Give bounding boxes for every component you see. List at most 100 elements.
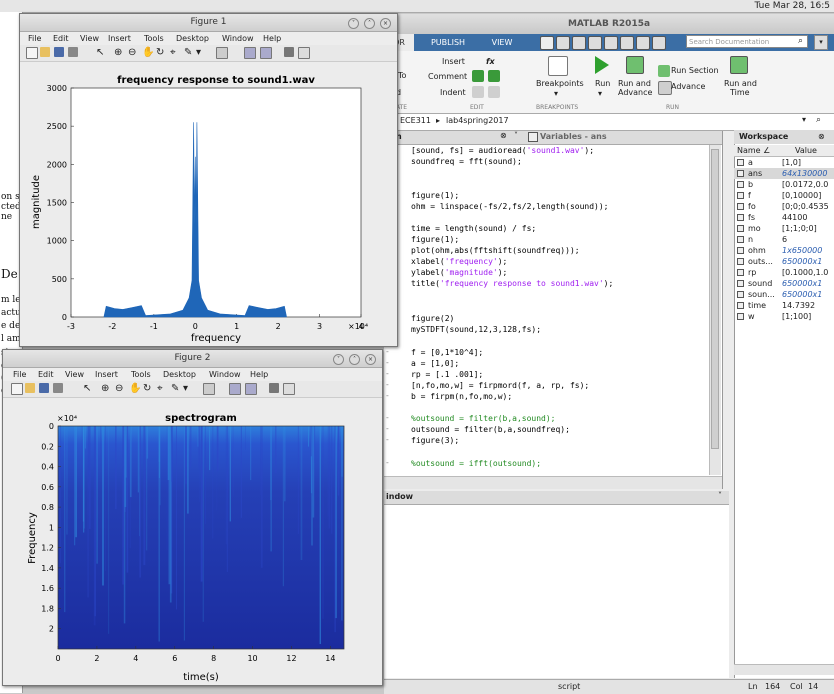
quick-cut-icon[interactable]: [556, 36, 570, 50]
editor-scroll-thumb[interactable]: [711, 149, 719, 449]
comment-percent-icon[interactable]: [472, 70, 484, 82]
code-line[interactable]: plot(ohm,abs(fftshift(soundfreq)));: [411, 245, 580, 256]
fig2-pointer-icon[interactable]: ↖: [83, 383, 93, 394]
fig1-brush-icon[interactable]: ✎: [184, 47, 194, 58]
breakpoints-dropdown-icon[interactable]: ▾: [554, 89, 558, 98]
fig1-link-icon[interactable]: [216, 47, 228, 59]
code-line[interactable]: b = firpm(n,fo,mo,w);: [411, 391, 512, 402]
run-and-advance-icon[interactable]: [626, 56, 644, 74]
workspace-row[interactable]: b [0.0172,0.0: [734, 179, 834, 190]
workspace-row[interactable]: time 14.7392: [734, 300, 834, 311]
fig2-save-icon[interactable]: [39, 383, 49, 393]
search-icon[interactable]: ⌕: [798, 36, 803, 46]
code-line[interactable]: soundfreq = fft(sound);: [411, 156, 522, 167]
quick-help-icon[interactable]: [652, 36, 666, 50]
fig1-zoom-in-icon[interactable]: ⊕: [114, 47, 124, 58]
figure-1-plot-area[interactable]: frequency response to sound1.wav frequen…: [20, 62, 397, 345]
ribbon-run-and-advance-1[interactable]: Run and: [618, 79, 651, 88]
breakpoints-icon[interactable]: [548, 56, 568, 76]
code-line[interactable]: ohm = linspace(-fs/2,fs/2,length(sound))…: [411, 201, 608, 212]
ribbon-indent[interactable]: Indent: [440, 88, 466, 97]
indent-left-icon[interactable]: [472, 86, 484, 98]
code-line[interactable]: figure(1);: [411, 234, 459, 245]
ribbon-fx[interactable]: fx: [486, 57, 495, 66]
fig1-menu-insert[interactable]: Insert: [108, 32, 131, 45]
quick-redo-icon[interactable]: [620, 36, 634, 50]
variables-tab-label[interactable]: Variables - ans: [540, 132, 607, 141]
fig2-colorbar-icon[interactable]: [229, 383, 241, 395]
fig1-rotate-icon[interactable]: ↻: [156, 47, 166, 58]
fig2-menu-insert[interactable]: Insert: [95, 368, 118, 381]
workspace-col-name[interactable]: Name ∠: [737, 145, 770, 156]
code-line[interactable]: figure(2): [411, 313, 454, 324]
fig2-pan-icon[interactable]: ✋: [129, 383, 141, 394]
fig1-legend-icon[interactable]: [260, 47, 272, 59]
advance-icon[interactable]: [658, 81, 672, 95]
ribbon-goto-to[interactable]: To: [398, 71, 406, 80]
fig1-colorbar-icon[interactable]: [244, 47, 256, 59]
code-line[interactable]: rp = [.1 .001];: [411, 369, 483, 380]
workspace-horizontal-scrollbar[interactable]: [734, 664, 834, 675]
line-marker[interactable]: -: [385, 458, 390, 467]
fig2-menu-tools[interactable]: Tools: [131, 368, 151, 381]
quick-paste-icon[interactable]: [588, 36, 602, 50]
folder-dropdown-icon[interactable]: ▾: [802, 115, 806, 124]
code-line[interactable]: f = [0,1*10^4];: [411, 347, 483, 358]
workspace-row[interactable]: f [0,10000]: [734, 190, 834, 201]
quick-undo-icon[interactable]: [604, 36, 618, 50]
uncomment-icon[interactable]: [488, 70, 500, 82]
line-marker[interactable]: -: [385, 380, 390, 389]
code-line[interactable]: figure(1);: [411, 190, 459, 201]
fig1-menu-window[interactable]: Window: [222, 32, 254, 45]
fig2-menu-help[interactable]: Help: [250, 368, 268, 381]
workspace-row[interactable]: soun... 650000x1: [734, 289, 834, 300]
workspace-row[interactable]: fs 44100: [734, 212, 834, 223]
figure-1-close-icon[interactable]: ×: [380, 18, 391, 29]
fig1-show-tools-icon[interactable]: [298, 47, 310, 59]
fig2-zoom-out-icon[interactable]: ⊖: [115, 383, 125, 394]
workspace-row[interactable]: a [1,0]: [734, 157, 834, 168]
folder-search-icon[interactable]: ⌕: [816, 115, 821, 125]
fig1-print-icon[interactable]: [68, 47, 78, 57]
fig2-menu-window[interactable]: Window: [209, 368, 241, 381]
run-section-icon[interactable]: [658, 65, 670, 77]
fig1-axes[interactable]: [70, 87, 362, 318]
ribbon-breakpoints[interactable]: Breakpoints: [536, 79, 584, 88]
command-window[interactable]: [384, 505, 812, 678]
filter-icon[interactable]: ▾: [814, 35, 828, 50]
fig1-hide-tools-icon[interactable]: [284, 47, 294, 57]
ribbon-run[interactable]: Run: [595, 79, 610, 88]
line-marker[interactable]: -: [385, 369, 390, 378]
tab-view[interactable]: VIEW: [480, 34, 524, 51]
fig2-menu-view[interactable]: View: [65, 368, 84, 381]
code-line[interactable]: [n,fo,mo,w] = firpmord(f, a, rp, fs);: [411, 380, 589, 391]
workspace-row[interactable]: ans 64x130000: [734, 168, 834, 179]
run-and-time-icon[interactable]: [730, 56, 748, 74]
fig2-datacursor-icon[interactable]: ⌖: [157, 383, 167, 394]
code-line[interactable]: ylabel('magnitude');: [411, 267, 507, 278]
workspace-row[interactable]: outs... 650000x1: [734, 256, 834, 267]
line-marker[interactable]: -: [385, 424, 390, 433]
fig2-new-icon[interactable]: [11, 383, 23, 395]
fig2-brush-icon[interactable]: ✎: [171, 383, 181, 394]
quick-save-icon[interactable]: [540, 36, 554, 50]
fig2-hide-tools-icon[interactable]: [269, 383, 279, 393]
command-window-expand-icon[interactable]: ˅: [718, 491, 722, 500]
code-line[interactable]: [sound, fs] = audioread('sound1.wav');: [411, 145, 594, 156]
fig2-print-icon[interactable]: [53, 383, 63, 393]
fig1-pointer-icon[interactable]: ↖: [96, 47, 106, 58]
fig2-link-icon[interactable]: [203, 383, 215, 395]
fig2-legend-icon[interactable]: [245, 383, 257, 395]
line-marker[interactable]: -: [385, 413, 390, 422]
code-line[interactable]: time = length(sound) / fs;: [411, 223, 536, 234]
fig1-menu-view[interactable]: View: [80, 32, 99, 45]
fig1-menu-edit[interactable]: Edit: [53, 32, 69, 45]
figure-2-plot-area[interactable]: spectrogram time(s) Frequency ×10⁴ 0 2 4 6 8…: [3, 398, 382, 684]
ribbon-comment[interactable]: Comment: [428, 72, 467, 81]
ribbon-run-section[interactable]: Run Section: [671, 66, 719, 75]
figure-2-maximize-icon[interactable]: ˄: [349, 354, 360, 365]
search-documentation-input[interactable]: Search Documentation: [686, 35, 808, 48]
fig2-open-icon[interactable]: [25, 383, 35, 393]
editor-menu-icon[interactable]: ⊗: [500, 131, 507, 140]
workspace-row[interactable]: n6: [734, 234, 834, 245]
